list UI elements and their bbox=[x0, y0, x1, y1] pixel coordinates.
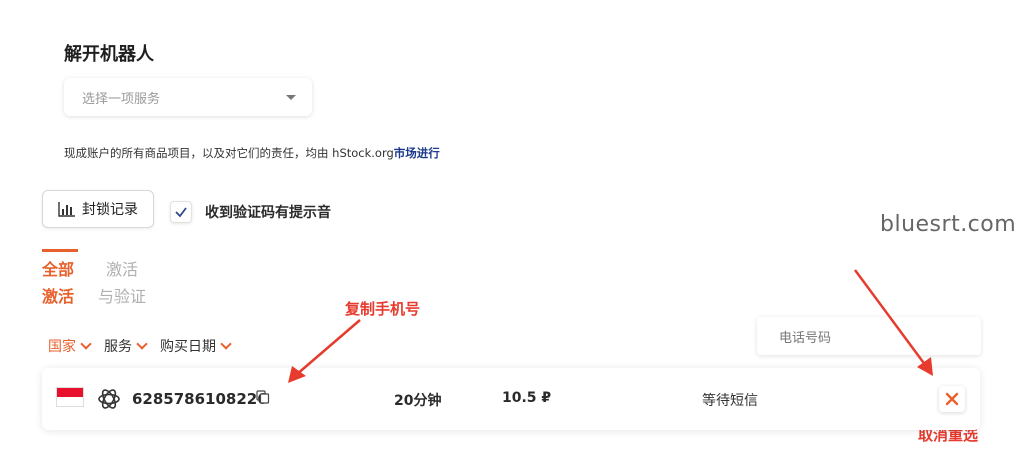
marketplace-link[interactable]: 市场进行 bbox=[394, 146, 440, 160]
order-row: 6285786108226 20分钟 10.5 ₽ 等待短信 bbox=[42, 368, 980, 430]
service-select-placeholder: 选择一项服务 bbox=[82, 92, 161, 107]
filter-country-label: 国家 bbox=[48, 339, 76, 355]
filter-bar: 国家 服务 购买日期 bbox=[48, 336, 232, 356]
copy-icon[interactable] bbox=[256, 390, 270, 404]
duration: 20分钟 bbox=[394, 393, 442, 409]
tab-act-line1: 激活 bbox=[106, 260, 139, 279]
filter-date-label: 购买日期 bbox=[160, 339, 216, 355]
active-tab-indicator bbox=[42, 249, 78, 252]
block-records-button[interactable]: 封锁记录 bbox=[42, 190, 154, 228]
caret-down-icon bbox=[286, 95, 296, 100]
chevron-down-icon bbox=[136, 338, 148, 350]
service-select[interactable]: 选择一项服务 bbox=[64, 78, 312, 116]
tab-act-line2: 与验证 bbox=[98, 287, 147, 306]
notice-text: 现成账户的所有商品项目，以及对它们的责任，均由 hStock.org bbox=[64, 146, 394, 160]
phone-search-input[interactable]: 电话号码 bbox=[757, 317, 981, 355]
section-title: 解开机器人 bbox=[64, 44, 154, 65]
annotation-copy-phone: 复制手机号 bbox=[345, 300, 421, 318]
close-icon bbox=[945, 392, 959, 406]
phone-search-placeholder: 电话号码 bbox=[779, 331, 832, 346]
watermark: bluesrt.com bbox=[880, 212, 1017, 237]
checkmark-icon bbox=[175, 207, 187, 218]
chevron-down-icon bbox=[80, 338, 92, 350]
filter-service[interactable]: 服务 bbox=[104, 336, 148, 356]
block-records-label: 封锁记录 bbox=[82, 202, 138, 218]
sound-checkbox-label[interactable]: 收到验证码有提示音 bbox=[205, 202, 331, 222]
filter-service-label: 服务 bbox=[104, 339, 132, 355]
phone-number: 6285786108226 bbox=[132, 390, 268, 408]
bar-chart-icon bbox=[58, 202, 75, 217]
tab-all-line2: 激活 bbox=[42, 287, 75, 306]
filter-purchase-date[interactable]: 购买日期 bbox=[160, 336, 232, 356]
tab-activation-verification[interactable]: 激活 与验证 bbox=[98, 256, 158, 310]
price: 10.5 ₽ bbox=[502, 390, 552, 406]
indonesia-flag-icon bbox=[56, 387, 84, 407]
marketplace-notice: 现成账户的所有商品项目，以及对它们的责任，均由 hStock.org市场进行 bbox=[64, 145, 440, 161]
filter-country[interactable]: 国家 bbox=[48, 336, 92, 356]
chevron-down-icon bbox=[220, 338, 232, 350]
openai-icon bbox=[98, 389, 120, 409]
cancel-order-button[interactable] bbox=[939, 386, 965, 412]
sound-checkbox[interactable] bbox=[170, 201, 192, 223]
order-status: 等待短信 bbox=[702, 393, 758, 409]
tab-all-line1: 全部 bbox=[42, 260, 75, 279]
tab-all-activations[interactable]: 全部 激活 bbox=[42, 256, 82, 310]
